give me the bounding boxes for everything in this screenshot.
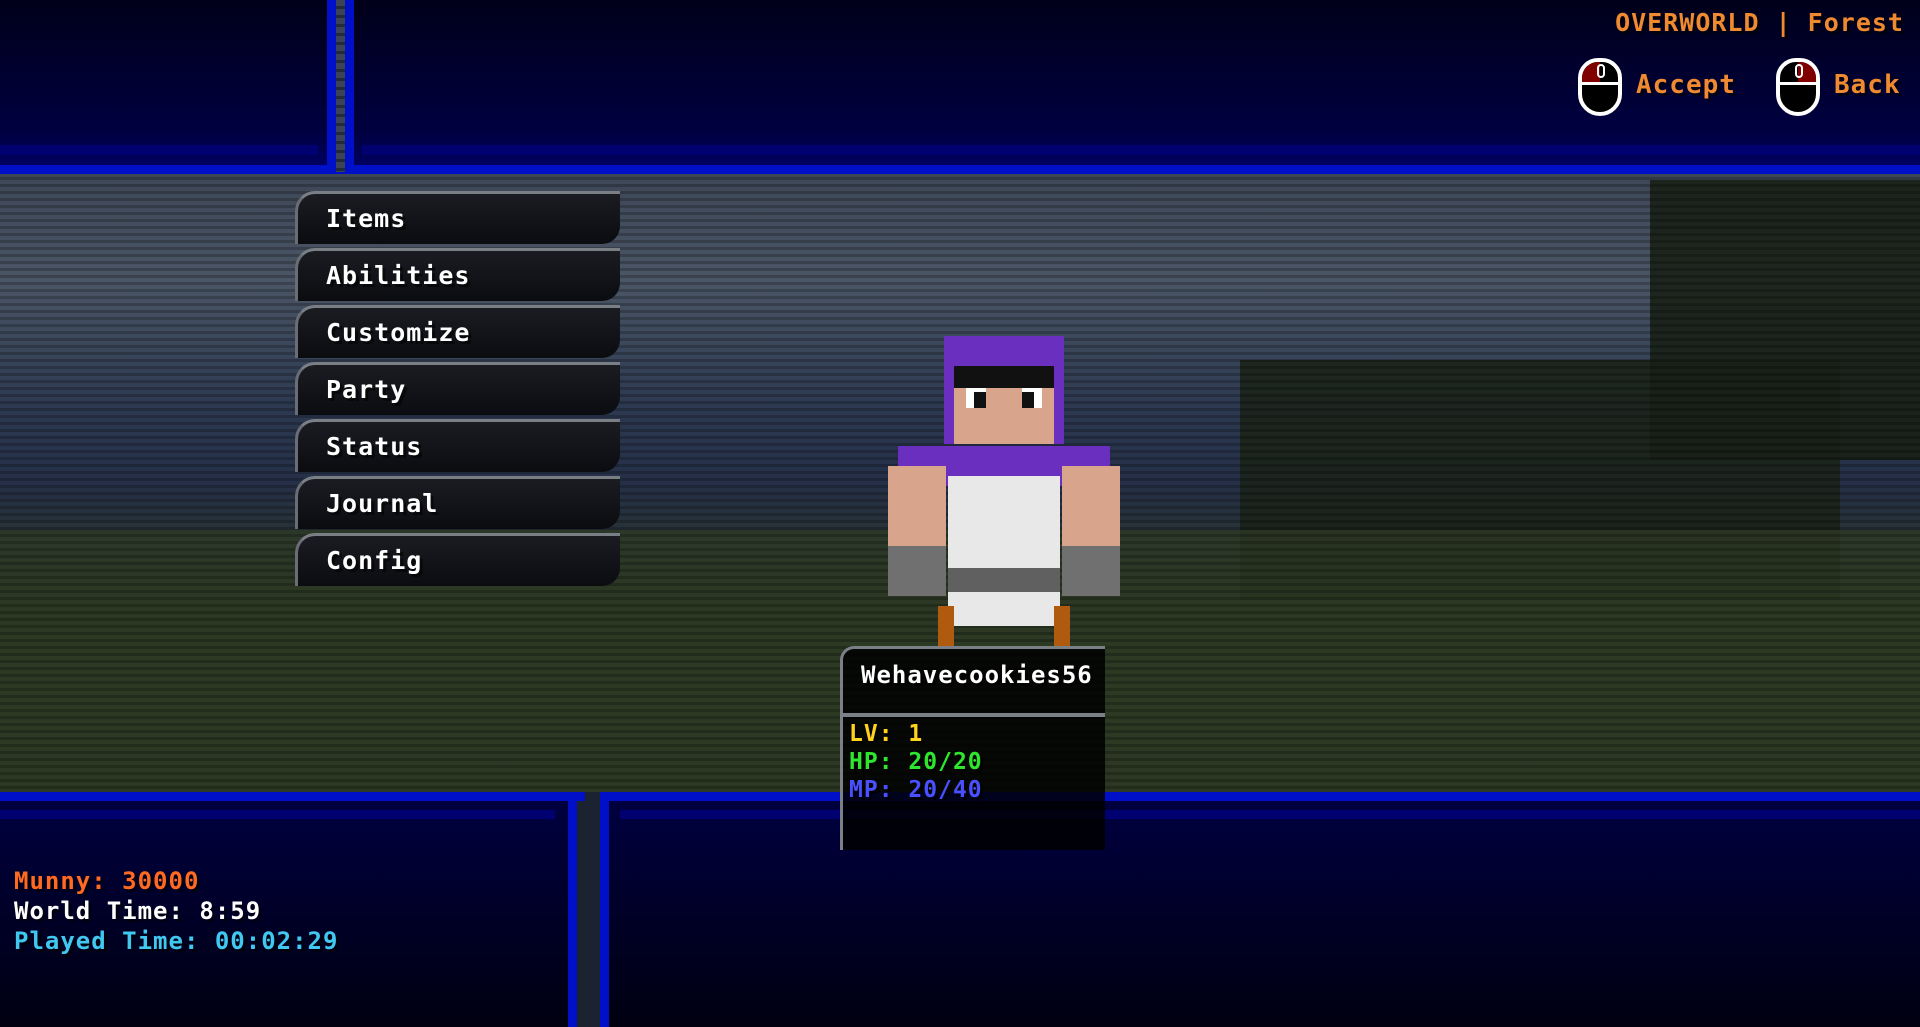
divider	[843, 713, 1105, 717]
level-row: LV: 1	[849, 721, 923, 747]
hp-row: HP: 20/20	[849, 749, 983, 775]
hp-value: 20/20	[908, 749, 983, 775]
munny-label: Munny:	[14, 867, 107, 895]
border	[600, 792, 1920, 801]
mp-value: 20/40	[908, 777, 983, 803]
border	[568, 792, 577, 1027]
bottom-right-panel	[605, 800, 1920, 1027]
border	[0, 165, 1920, 174]
munny-row: Munny: 30000	[14, 866, 338, 896]
back-control[interactable]: Back	[1834, 70, 1901, 100]
menu-status[interactable]: Status	[295, 419, 620, 472]
border	[0, 792, 585, 801]
mouse-left-click-icon	[1578, 58, 1622, 116]
terrain-tree	[1650, 180, 1920, 460]
played-time-value: 00:02:29	[214, 927, 339, 955]
munny-value: 30000	[122, 867, 200, 895]
border	[600, 792, 609, 1027]
world-time-label: World Time:	[14, 897, 184, 925]
main-menu: Items Abilities Customize Party Status J…	[295, 191, 620, 590]
mp-label: MP:	[849, 777, 894, 803]
played-time-label: Played Time:	[14, 927, 200, 955]
terrain-hill	[1240, 360, 1840, 600]
game-info: Munny: 30000 World Time: 8:59 Played Tim…	[14, 866, 338, 956]
border	[620, 810, 1920, 819]
menu-party[interactable]: Party	[295, 362, 620, 415]
mp-row: MP: 20/40	[849, 777, 983, 803]
border	[0, 145, 318, 155]
top-left-panel	[0, 0, 330, 165]
divider	[336, 0, 345, 172]
location-label: OVERWORLD | Forest	[1615, 8, 1904, 37]
border	[362, 145, 1920, 155]
player-stats-panel: Wehavecookies56 LV: 1 HP: 20/20 MP: 20/4…	[840, 646, 1105, 850]
menu-items[interactable]: Items	[295, 191, 620, 244]
player-name: Wehavecookies56	[861, 661, 1093, 689]
mouse-right-click-icon	[1776, 58, 1820, 116]
accept-control[interactable]: Accept	[1636, 70, 1736, 100]
menu-config[interactable]: Config	[295, 533, 620, 586]
world-time-row: World Time: 8:59	[14, 896, 338, 926]
hp-label: HP:	[849, 749, 894, 775]
border	[0, 810, 555, 819]
level-value: 1	[908, 721, 924, 747]
world-time-value: 8:59	[199, 897, 262, 925]
level-label: LV:	[849, 721, 894, 747]
menu-customize[interactable]: Customize	[295, 305, 620, 358]
played-time-row: Played Time: 00:02:29	[14, 926, 338, 956]
border	[327, 0, 336, 170]
menu-journal[interactable]: Journal	[295, 476, 620, 529]
border	[345, 0, 354, 170]
menu-abilities[interactable]: Abilities	[295, 248, 620, 301]
